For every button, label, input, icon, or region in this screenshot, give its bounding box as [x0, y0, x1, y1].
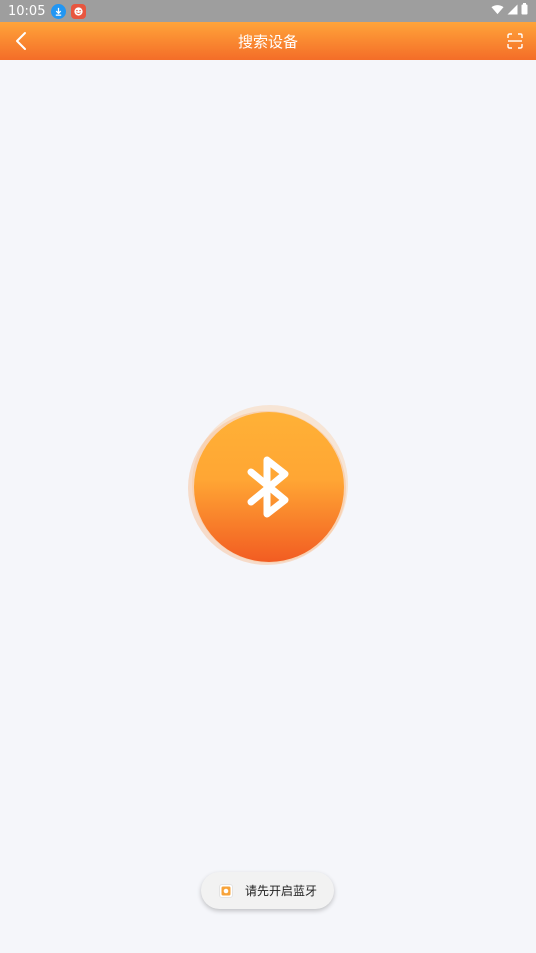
scan-icon — [507, 33, 523, 49]
bluetooth-icon — [247, 456, 289, 518]
download-app-icon — [51, 3, 67, 19]
battery-icon — [521, 3, 528, 19]
bluetooth-button[interactable] — [194, 412, 344, 562]
status-time: 10:05 — [8, 3, 46, 19]
toast: 请先开启蓝牙 — [201, 872, 334, 909]
bluetooth-area — [186, 405, 350, 569]
chevron-left-icon — [16, 32, 26, 50]
smile-app-icon — [71, 3, 87, 19]
scan-button[interactable] — [504, 30, 526, 52]
status-bar: 10:05 — [0, 0, 536, 22]
wifi-icon — [491, 4, 504, 19]
page-title: 搜索设备 — [237, 32, 298, 51]
toast-message: 请先开启蓝牙 — [245, 884, 318, 898]
signal-icon — [507, 4, 518, 19]
app-logo-icon — [219, 883, 233, 898]
app-bar: 搜索设备 — [0, 22, 536, 60]
status-indicators — [491, 3, 528, 19]
back-button[interactable] — [10, 30, 32, 52]
